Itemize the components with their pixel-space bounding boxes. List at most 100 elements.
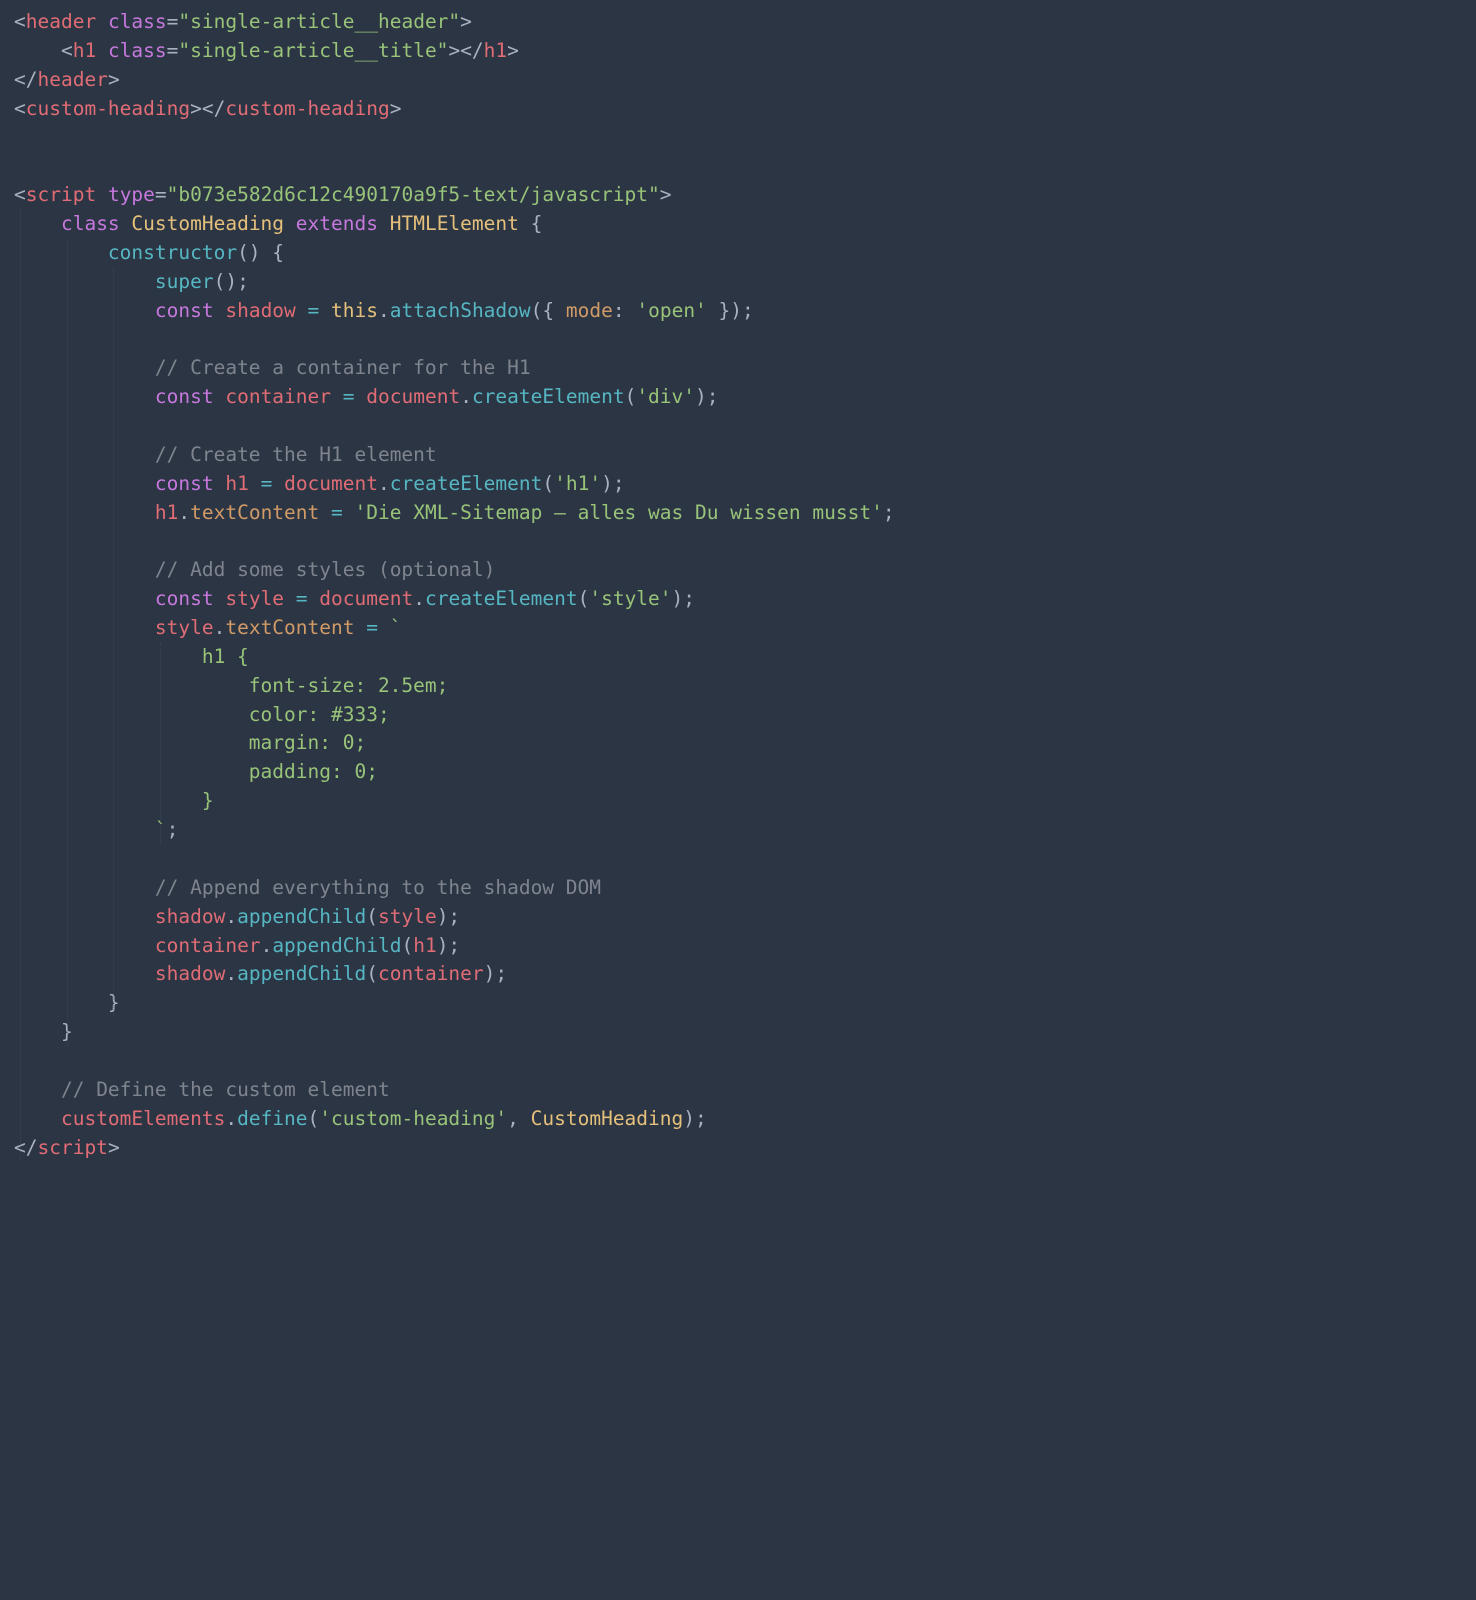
code-line[interactable]: <script type="b073e582d6c12c490170a9f5-t…: [14, 181, 1462, 210]
code-line[interactable]: [14, 527, 1462, 556]
code-line[interactable]: }: [14, 989, 1462, 1018]
code-line[interactable]: [14, 152, 1462, 181]
code-line[interactable]: </header>: [14, 66, 1462, 95]
code-token: [14, 270, 155, 293]
code-line[interactable]: h1.textContent = 'Die XML-Sitemap – alle…: [14, 499, 1462, 528]
code-token: {: [542, 299, 565, 322]
code-token: (: [401, 934, 413, 957]
code-token: class: [108, 39, 167, 62]
code-line[interactable]: padding: 0;: [14, 758, 1462, 787]
code-token: [14, 905, 155, 928]
code-token: [331, 385, 343, 408]
code-line[interactable]: constructor() {: [14, 239, 1462, 268]
code-token: style: [155, 616, 214, 639]
code-token: CustomHeading: [531, 1107, 684, 1130]
code-token: // Create the H1 element: [155, 443, 437, 466]
code-token: [14, 876, 155, 899]
code-token: </: [14, 68, 37, 91]
code-token: ();: [214, 270, 249, 293]
code-token: );: [695, 385, 718, 408]
code-line[interactable]: customElements.define('custom-heading', …: [14, 1105, 1462, 1134]
code-token: </: [460, 39, 483, 62]
code-line[interactable]: }: [14, 787, 1462, 816]
code-token: .: [261, 934, 273, 957]
code-token: script: [26, 183, 96, 206]
code-line[interactable]: `;: [14, 816, 1462, 845]
code-token: createElement: [390, 472, 543, 495]
code-token: =: [261, 472, 273, 495]
code-token: <: [14, 10, 26, 33]
code-token: (: [366, 962, 378, 985]
code-token: [14, 39, 61, 62]
code-token: <: [14, 183, 26, 206]
code-token: [214, 587, 226, 610]
code-token: const: [155, 385, 214, 408]
code-line[interactable]: <header class="single-article__header">: [14, 8, 1462, 37]
code-token: const: [155, 587, 214, 610]
code-token: h1: [225, 472, 248, 495]
code-token: [14, 616, 155, 639]
code-token: 'custom-heading': [319, 1107, 507, 1130]
code-token: [96, 39, 108, 62]
code-token: [96, 10, 108, 33]
code-line[interactable]: // Create the H1 element: [14, 441, 1462, 470]
code-line[interactable]: }: [14, 1018, 1462, 1047]
code-token: >: [507, 39, 519, 62]
code-token: (): [237, 241, 260, 264]
code-token: [214, 385, 226, 408]
code-token: const: [155, 299, 214, 322]
code-line[interactable]: shadow.appendChild(container);: [14, 960, 1462, 989]
code-token: <: [61, 39, 73, 62]
code-line[interactable]: font-size: 2.5em;: [14, 672, 1462, 701]
code-token: [14, 356, 155, 379]
code-line[interactable]: // Create a container for the H1: [14, 354, 1462, 383]
code-line[interactable]: class CustomHeading extends HTMLElement …: [14, 210, 1462, 239]
code-line[interactable]: // Append everything to the shadow DOM: [14, 874, 1462, 903]
code-token: header: [37, 68, 107, 91]
code-token: custom-heading: [225, 97, 389, 120]
code-token: .: [413, 587, 425, 610]
code-line[interactable]: const h1 = document.createElement('h1');: [14, 470, 1462, 499]
code-token: container: [155, 934, 261, 957]
code-token: [14, 991, 108, 1014]
code-line[interactable]: // Define the custom element: [14, 1076, 1462, 1105]
code-token: [14, 587, 155, 610]
code-line[interactable]: container.appendChild(h1);: [14, 932, 1462, 961]
code-line[interactable]: const style = document.createElement('st…: [14, 585, 1462, 614]
code-line[interactable]: [14, 845, 1462, 874]
code-line[interactable]: <custom-heading></custom-heading>: [14, 95, 1462, 124]
code-line[interactable]: [14, 123, 1462, 152]
code-token: {: [531, 212, 543, 235]
code-line[interactable]: h1 {: [14, 643, 1462, 672]
code-token: ;: [167, 818, 179, 841]
code-token: HTMLElement: [390, 212, 519, 235]
code-line[interactable]: margin: 0;: [14, 729, 1462, 758]
code-token: h1 {: [14, 645, 249, 668]
code-token: mode: [566, 299, 613, 322]
code-editor[interactable]: <header class="single-article__header"> …: [0, 0, 1476, 1176]
code-line[interactable]: <h1 class="single-article__title"></h1>: [14, 37, 1462, 66]
code-token: [214, 299, 226, 322]
code-token: padding: 0;: [14, 760, 378, 783]
code-line[interactable]: const container = document.createElement…: [14, 383, 1462, 412]
code-token: ,: [507, 1107, 519, 1130]
code-token: );: [484, 962, 507, 985]
code-line[interactable]: [14, 412, 1462, 441]
code-line[interactable]: [14, 325, 1462, 354]
code-line[interactable]: super();: [14, 268, 1462, 297]
code-line[interactable]: style.textContent = `: [14, 614, 1462, 643]
code-line[interactable]: shadow.appendChild(style);: [14, 903, 1462, 932]
code-line[interactable]: [14, 1047, 1462, 1076]
code-line[interactable]: </script>: [14, 1134, 1462, 1163]
code-line[interactable]: // Add some styles (optional): [14, 556, 1462, 585]
code-line[interactable]: color: #333;: [14, 701, 1462, 730]
code-line[interactable]: const shadow = this.attachShadow({ mode:…: [14, 297, 1462, 326]
code-token: h1: [73, 39, 96, 62]
code-token: (: [542, 472, 554, 495]
code-token: );: [437, 934, 460, 957]
code-token: [355, 385, 367, 408]
code-token: header: [26, 10, 96, 33]
code-token: [14, 212, 61, 235]
code-token: [14, 558, 155, 581]
code-token: >: [108, 68, 120, 91]
